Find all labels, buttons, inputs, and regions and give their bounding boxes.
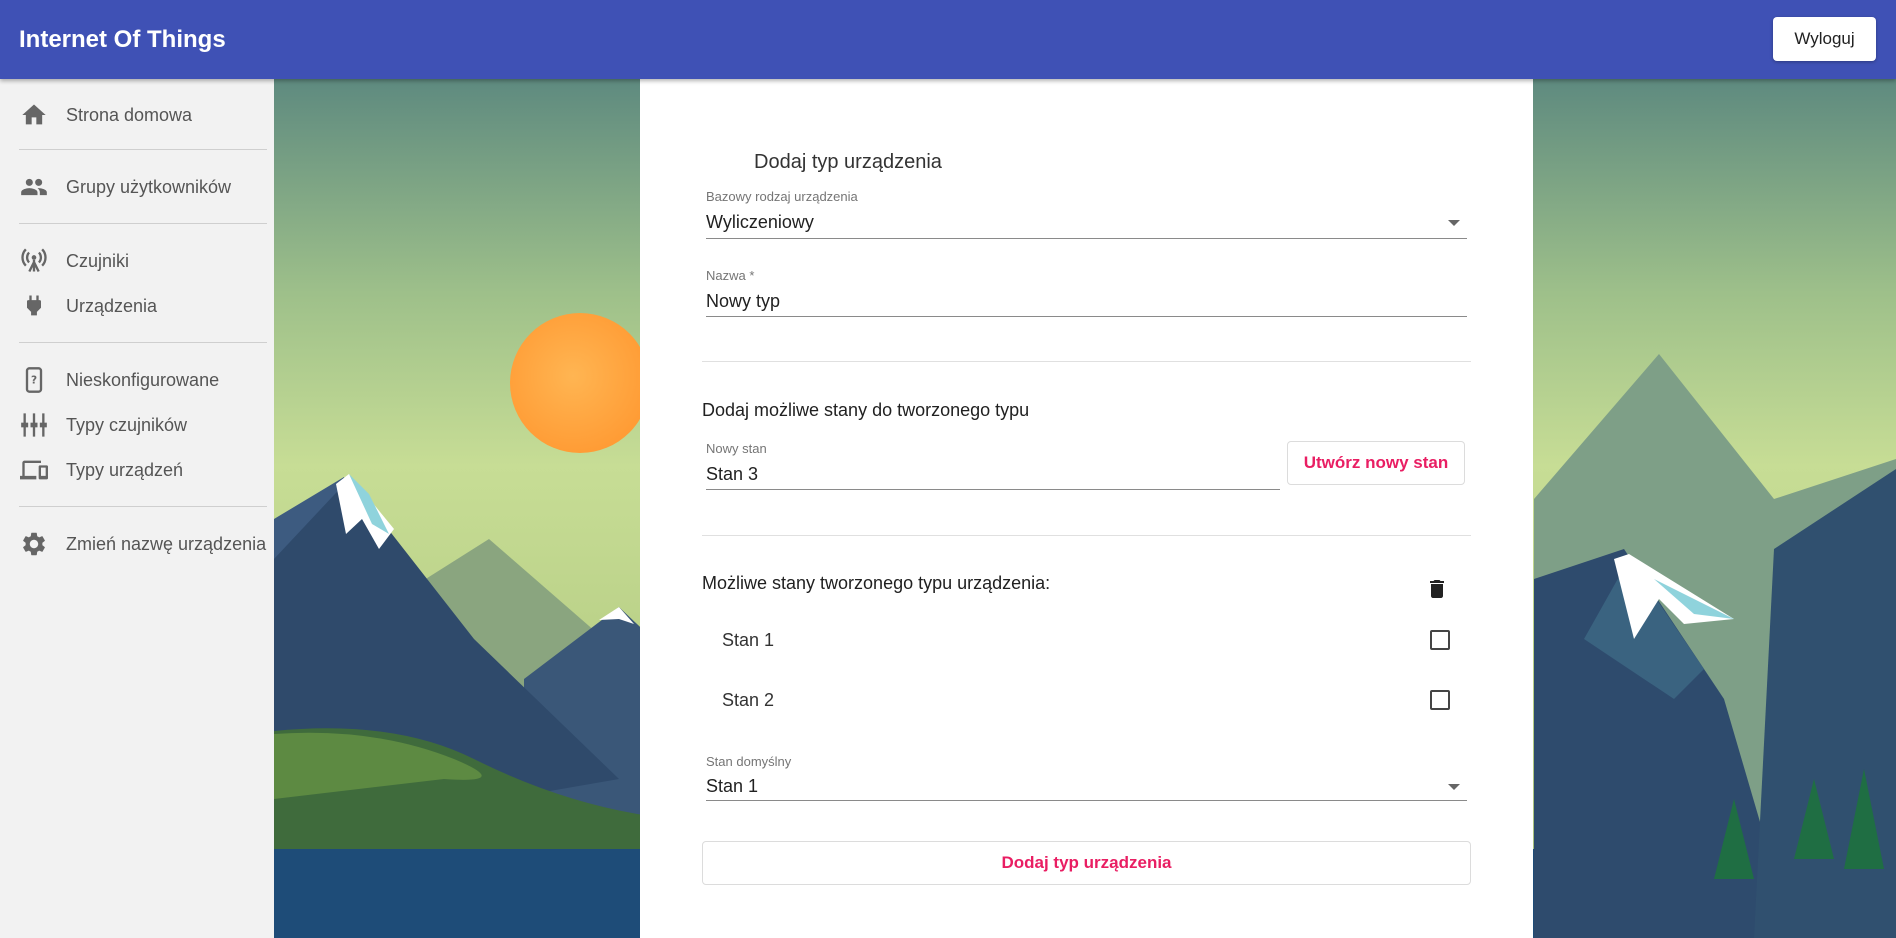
state-checkbox[interactable] <box>1430 690 1450 710</box>
logout-button[interactable]: Wyloguj <box>1773 17 1876 61</box>
sidebar-item-rename-device[interactable]: Zmień nazwę urządzenia <box>0 522 270 566</box>
chevron-down-icon[interactable] <box>1448 220 1460 226</box>
sliders-icon <box>21 413 47 437</box>
default-state-underline <box>706 800 1467 801</box>
trash-icon[interactable] <box>1425 575 1449 603</box>
sidebar-item-home[interactable]: Strona domowa <box>0 93 270 137</box>
svg-text:?: ? <box>31 375 37 387</box>
new-state-label: Nowy stan <box>706 441 767 456</box>
sidebar-divider <box>19 223 267 224</box>
form-title: Dodaj typ urządzenia <box>754 151 942 173</box>
antenna-icon <box>21 248 47 273</box>
sidebar-item-label: Typy czujników <box>66 415 188 435</box>
sidebar-item-device-types[interactable]: Typy urządzeń <box>0 448 270 492</box>
default-state-label: Stan domyślny <box>706 754 792 769</box>
sidebar-item-devices[interactable]: Urządzenia <box>0 284 270 328</box>
sidebar-item-unconfigured[interactable]: ? Nieskonfigurowane <box>0 358 270 402</box>
create-state-button[interactable]: Utwórz nowy stan <box>1287 441 1465 485</box>
app-bar: Internet Of Things Wyloguj <box>0 0 1896 79</box>
new-state-input[interactable]: Stan 3 <box>706 464 758 485</box>
states-list-heading: Możliwe stany tworzonego typu urządzenia… <box>702 573 1051 593</box>
state-list-item: Stan 2 <box>702 679 1482 723</box>
base-type-label: Bazowy rodzaj urządzenia <box>706 189 858 204</box>
unknown-device-icon: ? <box>25 367 43 393</box>
default-state-select[interactable]: Stan 1 <box>706 776 758 797</box>
sidebar-item-label: Nieskonfigurowane <box>66 370 220 390</box>
section-divider <box>702 535 1471 536</box>
name-underline <box>706 316 1467 317</box>
add-device-type-card: Dodaj typ urządzenia Bazowy rodzaj urząd… <box>640 79 1533 938</box>
app-title: Internet Of Things <box>19 26 226 53</box>
sidebar-item-label: Grupy użytkowników <box>66 177 232 197</box>
state-label: Stan 1 <box>722 630 775 650</box>
state-label: Stan 2 <box>722 690 775 710</box>
home-icon <box>22 104 46 125</box>
sidebar-item-label: Urządzenia <box>66 296 158 316</box>
sidebar-item-sensor-types[interactable]: Typy czujników <box>0 403 270 447</box>
name-input[interactable]: Nowy typ <box>706 291 780 312</box>
states-heading: Dodaj możliwe stany do tworzonego typu <box>702 400 1030 420</box>
sidebar-item-user-groups[interactable]: Grupy użytkowników <box>0 165 270 209</box>
plug-icon <box>27 295 41 316</box>
sidebar-nav: Strona domowa Grupy użytkowników Czujnik… <box>0 79 274 938</box>
sidebar-divider <box>19 342 267 343</box>
base-type-underline <box>706 238 1467 239</box>
sidebar-item-sensors[interactable]: Czujniki <box>0 239 270 283</box>
sidebar-divider <box>19 506 267 507</box>
new-state-underline <box>706 489 1280 490</box>
devices-icon <box>20 460 48 480</box>
sidebar-divider <box>19 149 267 150</box>
state-list-item: Stan 1 <box>702 619 1482 663</box>
section-divider <box>702 361 1471 362</box>
sidebar-item-label: Typy urządzeń <box>66 460 184 480</box>
people-icon <box>21 178 47 196</box>
gear-icon <box>23 532 45 556</box>
sidebar-item-label: Zmień nazwę urządzenia <box>66 534 267 554</box>
chevron-down-icon[interactable] <box>1448 784 1460 790</box>
state-checkbox[interactable] <box>1430 630 1450 650</box>
add-device-type-button[interactable]: Dodaj typ urządzenia <box>702 841 1471 885</box>
sidebar-item-label: Czujniki <box>66 251 130 271</box>
sidebar-item-label: Strona domowa <box>66 105 193 125</box>
base-type-select[interactable]: Wyliczeniowy <box>706 212 814 233</box>
name-label: Nazwa * <box>706 268 755 283</box>
